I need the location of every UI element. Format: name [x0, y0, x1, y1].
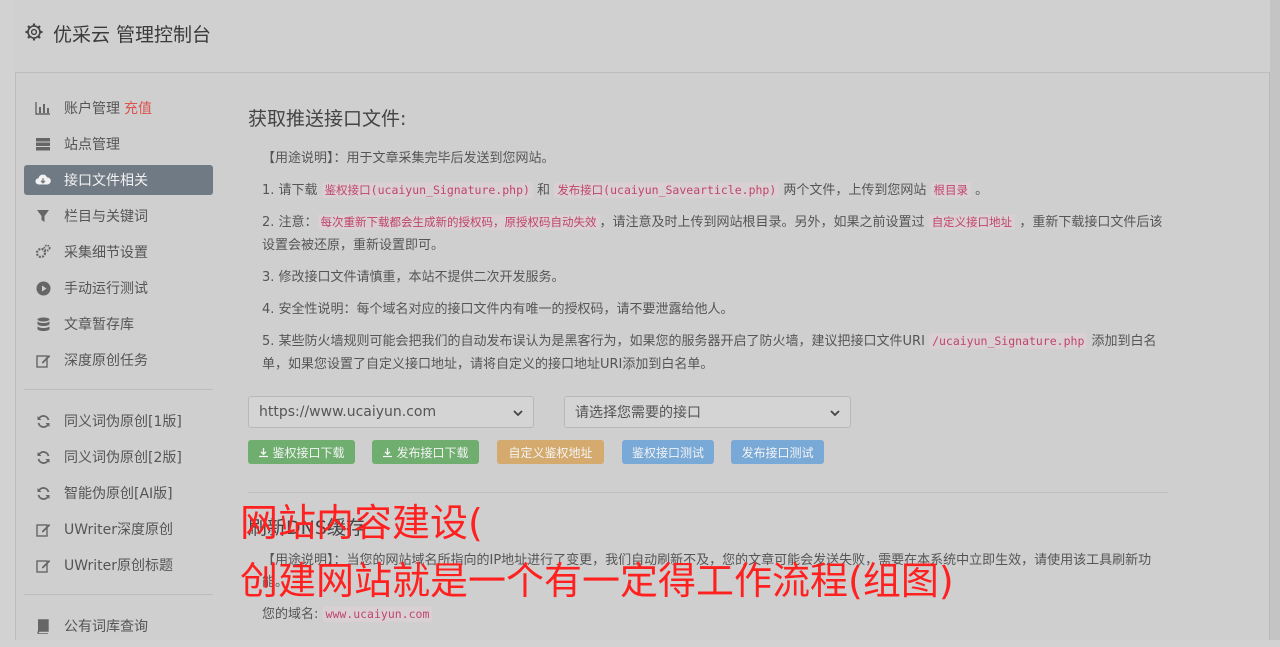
sidebar-item-columns-keywords[interactable]: 栏目与关键词 — [24, 201, 213, 231]
cogs-icon — [35, 244, 51, 260]
uri-code: /ucaiyun_Signature.php — [929, 333, 1088, 349]
domain-line: 您的域名: www.ucaiyun.com — [262, 603, 1168, 626]
sidebar-item-label: 公有词库查询 — [64, 619, 148, 635]
note-item-5: 5. 某些防火墙规则可能会把我们的自动发布误认为是黑客行为，如果您的服务器开启了… — [262, 330, 1168, 376]
sig-file-code: 鉴权接口(ucaiyun_Signature.php) — [321, 182, 533, 198]
pub-test-button[interactable]: 发布接口测试 — [731, 440, 824, 464]
top-header: 优采云 管理控制台 — [15, 0, 1270, 73]
chevron-down-icon — [513, 410, 523, 417]
sidebar-item-deep-original[interactable]: 深度原创任务 — [24, 345, 213, 375]
download-icon — [259, 447, 269, 457]
button-label: 鉴权接口测试 — [631, 445, 704, 460]
bar-chart-icon — [35, 100, 51, 116]
play-circle-icon — [35, 280, 51, 296]
pub-download-button[interactable]: 发布接口下载 — [372, 440, 479, 464]
sidebar-item-account[interactable]: 账户管理 充值 — [24, 93, 213, 123]
sidebar-item-smart-ai[interactable]: 智能伪原创[AI版] — [24, 478, 213, 508]
download-icon — [383, 447, 393, 457]
button-label: 鉴权接口下载 — [272, 445, 345, 460]
text: 1. 请下载 — [262, 183, 322, 198]
button-label: 发布接口测试 — [741, 445, 814, 460]
recharge-badge[interactable]: 充值 — [124, 98, 152, 118]
sig-download-button[interactable]: 鉴权接口下载 — [248, 440, 355, 464]
select-row: https://www.ucaiyun.com 请选择您需要的接口 — [248, 396, 1168, 432]
sidebar-item-article-store[interactable]: 文章暂存库 — [24, 309, 213, 339]
sidebar-item-label: 账户管理 — [64, 101, 120, 117]
button-label: 发布接口下载 — [396, 445, 469, 460]
sidebar-item-uwriter-deep[interactable]: UWriter深度原创 — [24, 514, 213, 544]
note-item-2: 2. 注意： 每次重新下载都会生成新的授权码，原授权码自动失效 ，请注意及时上传到网… — [262, 211, 1168, 257]
filter-icon — [35, 208, 51, 224]
sidebar-item-label: 接口文件相关 — [64, 173, 148, 189]
database-icon — [35, 316, 51, 332]
sidebar-item-synonym-v1[interactable]: 同义词伪原创[1版] — [24, 406, 213, 436]
page-title: 优采云 管理控制台 — [53, 24, 212, 46]
domain-value: www.ucaiyun.com — [322, 606, 433, 622]
pub-file-code: 发布接口(ucaiyun_Savearticle.php) — [554, 182, 780, 198]
overlay-caption-line2: 创建网站就是一个有一定得工作流程(组图) — [240, 559, 954, 603]
text: 2. 注意： — [262, 215, 318, 230]
sidebar-item-manual-run[interactable]: 手动运行测试 — [24, 273, 213, 303]
sidebar-item-label: 栏目与关键词 — [64, 209, 148, 225]
cloud-download-icon — [35, 172, 51, 188]
text: 两个文件，上传到您网站 — [779, 183, 931, 198]
sig-test-button[interactable]: 鉴权接口测试 — [622, 440, 714, 464]
refresh-icon — [35, 413, 51, 429]
sidebar-item-label: 手动运行测试 — [64, 281, 148, 297]
sidebar-item-sites[interactable]: 站点管理 — [24, 129, 213, 159]
sidebar-item-label: 采集细节设置 — [64, 245, 148, 261]
edit-icon — [35, 352, 51, 368]
sidebar-item-public-lexicon[interactable]: 公有词库查询 — [24, 611, 213, 641]
button-row: 鉴权接口下载 发布接口下载 自定义鉴权地址 鉴权接口测试 发布接口测试 — [248, 440, 1168, 464]
custom-url-button[interactable]: 自定义鉴权地址 — [497, 440, 604, 464]
text: 。 — [971, 183, 989, 198]
usage-note: 【用途说明】：用于文章采集完毕后发送到您网站。 — [262, 151, 555, 166]
sidebar-item-interface-files[interactable]: 接口文件相关 — [24, 165, 213, 195]
root-dir-code: 根目录 — [930, 182, 972, 198]
sidebar-item-label: 深度原创任务 — [64, 353, 148, 369]
site-select[interactable]: https://www.ucaiyun.com — [248, 396, 534, 428]
text: ，请注意及时上传到网站根目录。另外，如果之前设置过 — [599, 215, 929, 230]
sidebar-divider — [24, 594, 213, 595]
sidebar-item-synonym-v2[interactable]: 同义词伪原创[2版] — [24, 442, 213, 472]
custom-url-code: 自定义接口地址 — [928, 214, 1016, 230]
domain-label: 您的域名: — [262, 607, 323, 622]
sidebar-divider — [24, 389, 213, 390]
text: 5. 某些防火墙规则可能会把我们的自动发布误认为是黑客行为，如果您的服务器开启了… — [262, 334, 930, 349]
edit-icon — [35, 557, 51, 573]
refresh-icon — [35, 449, 51, 465]
note-item-3: 3. 修改接口文件请慎重，本站不提供二次开发服务。 — [262, 270, 565, 285]
warning-code: 每次重新下载都会生成新的授权码，原授权码自动失效 — [317, 214, 600, 230]
gear-icon — [25, 23, 43, 41]
sidebar-item-label: 同义词伪原创[1版] — [64, 414, 182, 430]
overlay-caption-line1: 网站内容建设( — [240, 501, 483, 545]
sidebar-item-label: 站点管理 — [64, 137, 120, 153]
book-icon — [35, 618, 51, 634]
text: 和 — [532, 183, 555, 198]
sidebar-item-uwriter-title[interactable]: UWriter原创标题 — [24, 550, 213, 580]
edit-icon — [35, 521, 51, 537]
site-select-value: https://www.ucaiyun.com — [259, 404, 437, 420]
api-select[interactable]: 请选择您需要的接口 — [564, 396, 851, 428]
sidebar-item-label: UWriter原创标题 — [64, 558, 173, 574]
chevron-down-icon — [830, 410, 840, 417]
api-select-value: 请选择您需要的接口 — [575, 405, 701, 421]
sidebar-item-label: UWriter深度原创 — [64, 522, 173, 538]
sidebar: 账户管理 充值 站点管理 接口文件相关 栏目与关键词 采集细节设置 手动运行测试… — [24, 93, 213, 647]
note-item-4: 4. 安全性说明：每个域名对应的接口文件内有唯一的授权码，请不要泄露给他人。 — [262, 302, 734, 317]
sidebar-item-collect-settings[interactable]: 采集细节设置 — [24, 237, 213, 267]
note-item-1: 1. 请下载 鉴权接口(ucaiyun_Signature.php) 和 发布接… — [262, 179, 1168, 202]
server-icon — [35, 136, 51, 152]
scrollbar[interactable] — [1269, 0, 1280, 640]
sidebar-item-label: 文章暂存库 — [64, 317, 134, 333]
sidebar-item-label: 同义词伪原创[2版] — [64, 450, 182, 466]
refresh-icon — [35, 485, 51, 501]
button-label: 自定义鉴权地址 — [508, 445, 593, 460]
sidebar-item-label: 智能伪原创[AI版] — [64, 486, 173, 502]
section-title: 获取推送接口文件: — [248, 108, 407, 130]
